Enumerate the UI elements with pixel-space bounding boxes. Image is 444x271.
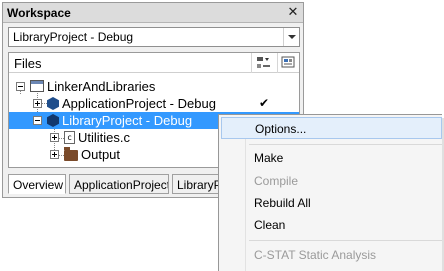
project-icon [47, 97, 59, 110]
files-column-header: Files [9, 53, 299, 73]
workspace-title: Workspace [7, 6, 71, 20]
tab-applicationproject[interactable]: ApplicationProject [69, 174, 169, 194]
tree-row[interactable]: ApplicationProject - Debug ✔ [9, 95, 299, 112]
menu-item-rebuild-all[interactable]: Rebuild All [221, 192, 442, 214]
column-divider[interactable] [277, 53, 278, 73]
menu-item-label: Make [254, 151, 284, 165]
folder-icon [64, 147, 78, 161]
menu-item-label: Clean [254, 218, 286, 232]
menu-separator [249, 144, 442, 145]
context-menu: Options... Make Compile Rebuild All Clea… [218, 114, 442, 271]
chevron-down-icon[interactable] [283, 28, 299, 46]
options-icon[interactable] [281, 56, 297, 70]
menu-item-make[interactable]: Make [221, 147, 442, 169]
workspace-title-bar[interactable]: Workspace ✕ [3, 3, 303, 23]
configuration-value: LibraryProject - Debug [13, 30, 134, 44]
tree-row[interactable]: LinkerAndLibraries [9, 78, 299, 95]
menu-item-options[interactable]: Options... [221, 117, 442, 139]
expand-icon[interactable] [33, 99, 42, 108]
menu-separator [249, 240, 442, 241]
menu-item-label: Options... [255, 122, 307, 136]
build-config-icon[interactable] [256, 56, 272, 70]
tree-item-label: Utilities.c [78, 130, 131, 145]
configuration-dropdown[interactable]: LibraryProject - Debug [8, 27, 300, 47]
expand-icon[interactable] [50, 150, 59, 159]
c-file-icon: c [64, 131, 75, 144]
checkmark-icon: ✔ [259, 96, 270, 110]
tree-item-label: LibraryProject - Debug [62, 113, 193, 128]
expand-icon[interactable] [50, 133, 59, 142]
menu-item-clean[interactable]: Clean [221, 214, 442, 236]
column-divider[interactable] [251, 53, 252, 73]
menu-item-c-stat-static-analysis: C-STAT Static Analysis [221, 244, 442, 266]
tab-overview[interactable]: Overview [8, 174, 66, 194]
collapse-icon[interactable] [33, 116, 42, 125]
files-header-label: Files [14, 56, 42, 71]
collapse-icon[interactable] [16, 82, 25, 91]
menu-item-label: Compile [254, 174, 299, 188]
close-icon[interactable]: ✕ [286, 5, 300, 19]
workspace-icon [30, 80, 44, 92]
menu-item-label: Rebuild All [254, 196, 311, 210]
tree-item-label: ApplicationProject - Debug [62, 96, 216, 111]
project-icon [47, 114, 59, 127]
menu-item-label: C-STAT Static Analysis [254, 248, 377, 262]
menu-item-compile: Compile [221, 170, 442, 192]
tree-item-label: LinkerAndLibraries [47, 79, 156, 94]
tree-item-label: Output [81, 147, 121, 162]
